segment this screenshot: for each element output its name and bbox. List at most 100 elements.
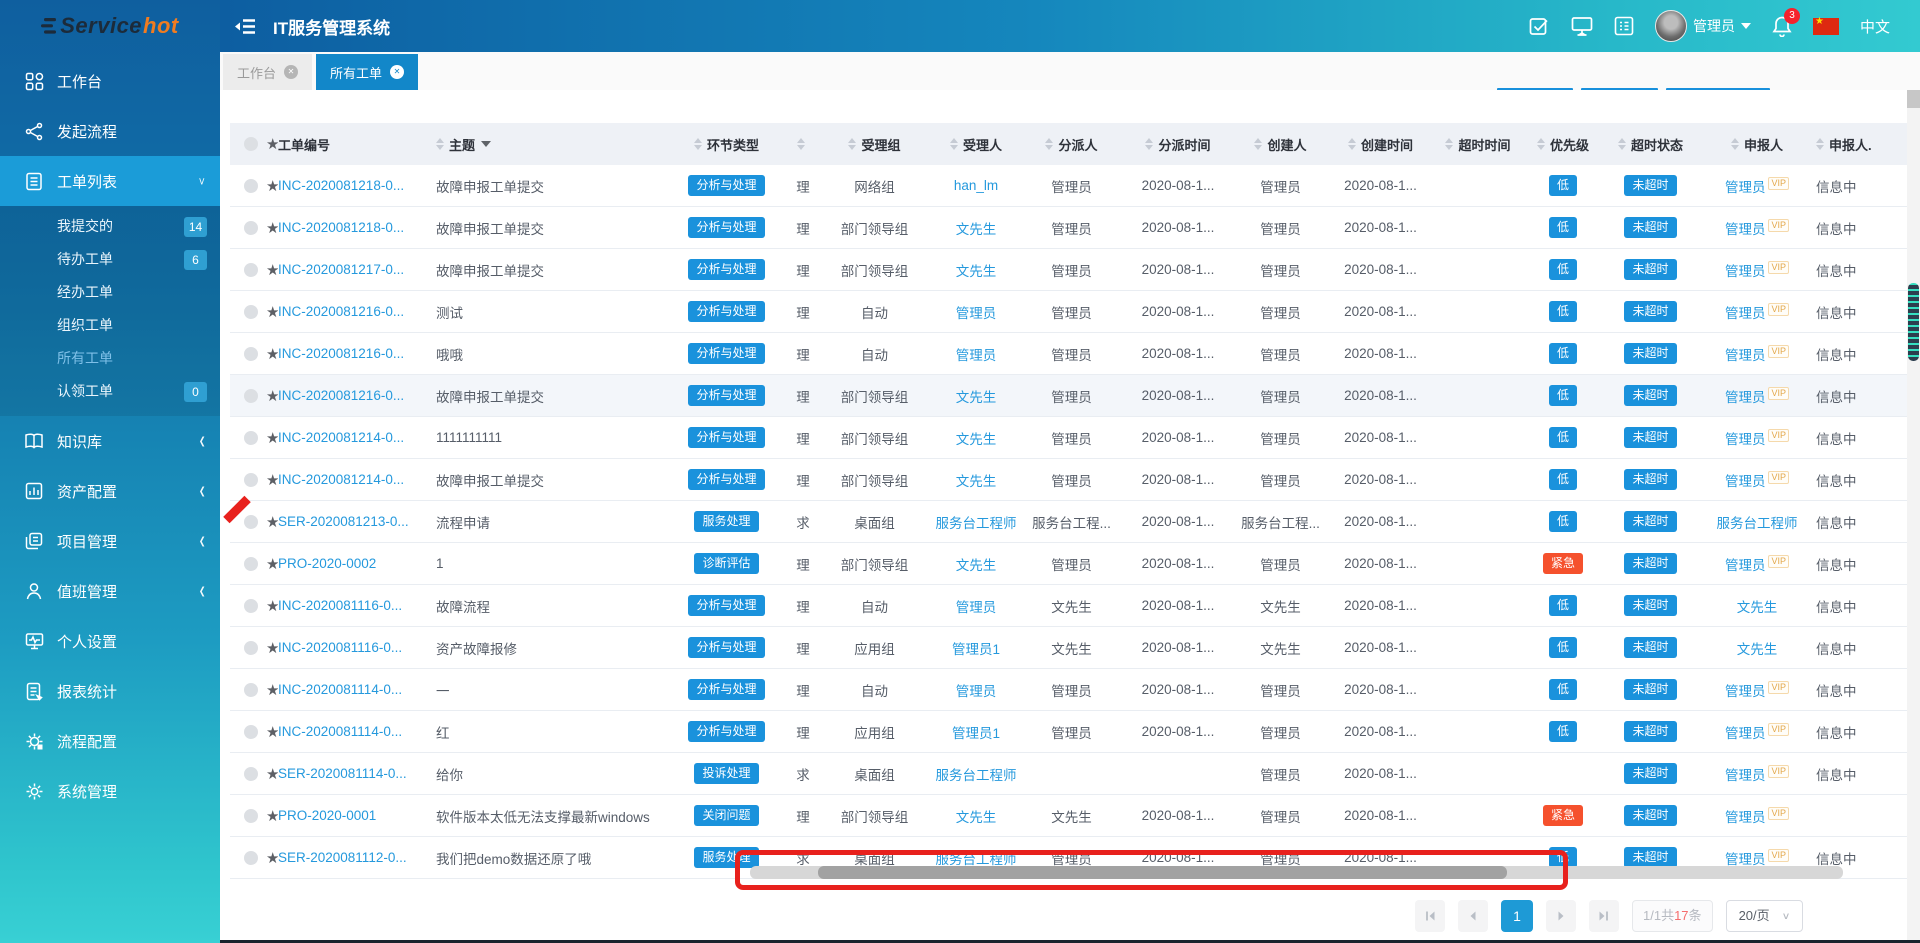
star-icon[interactable]: ★ (266, 261, 278, 279)
sort-arrows-icon[interactable] (1445, 138, 1454, 150)
page-number-button[interactable]: 1 (1501, 900, 1533, 932)
acceptor-link[interactable]: han_lm (954, 178, 998, 193)
prev-page-button[interactable] (1458, 900, 1488, 932)
reporter-link[interactable]: 管理员 (1725, 260, 1766, 280)
sort-arrows-icon[interactable] (1730, 138, 1739, 150)
sort-arrows-icon[interactable] (693, 138, 702, 150)
table-row[interactable]: ★ SER-2020081213-0... 流程申请 服务处理求桌面组 服务台工程师 服务… (223, 495, 1908, 543)
star-icon[interactable]: ★ (266, 681, 278, 699)
select-row-circle[interactable] (244, 388, 258, 403)
star-icon[interactable]: ★ (266, 219, 278, 237)
next-page-button[interactable] (1546, 900, 1576, 932)
sort-arrows-icon[interactable] (1045, 138, 1054, 150)
reporter-link[interactable]: 管理员 (1725, 848, 1766, 868)
order-code-link[interactable]: PRO-2020-0002 (278, 556, 376, 571)
table-row[interactable]: ★ SER-2020081114-0... 给你 投诉处理 求 桌面组 服务台工程师 管理员 2… (230, 753, 1908, 795)
reporter-link[interactable]: 管理员 (1725, 722, 1766, 742)
sidebar-subitem-handled-orders[interactable]: 经办工单 (0, 276, 220, 309)
sort-arrows-icon[interactable] (1254, 138, 1263, 150)
sidebar-item-process-config[interactable]: 流程配置 (0, 716, 220, 766)
reporter-link[interactable]: 管理员 (1725, 764, 1766, 784)
order-code-link[interactable]: INC-2020081116-0... (278, 640, 402, 655)
sort-arrows-icon[interactable] (796, 138, 805, 150)
select-row-circle[interactable] (244, 640, 258, 655)
sidebar-item-duty-mgmt[interactable]: 值班管理 ❮ (0, 566, 220, 616)
reporter-link[interactable]: 管理员 (1725, 428, 1766, 448)
column-header-stage[interactable]: 环节类型 (664, 123, 789, 165)
reporter-link[interactable]: 管理员 (1725, 554, 1766, 574)
sidebar-item-system-mgmt[interactable]: 系统管理 (0, 766, 220, 816)
close-icon[interactable]: ✕ (390, 65, 405, 79)
acceptor-link[interactable]: 文先生 (956, 470, 997, 490)
sidebar-item-workbench[interactable]: 工作台 (0, 56, 220, 106)
tab-all-orders[interactable]: 所有工单 ✕ (316, 54, 419, 90)
last-page-button[interactable] (1589, 900, 1619, 932)
table-row[interactable]: ★ PRO-2020-0001 软件版本太低无法支撑最新windows 关闭问题 理 部门… (230, 795, 1908, 837)
sidebar-item-project-mgmt[interactable]: 项目管理 ❮ (0, 516, 220, 566)
star-icon[interactable]: ★ (266, 597, 278, 615)
sort-arrows-icon[interactable] (1816, 138, 1824, 150)
close-icon[interactable]: ✕ (284, 65, 299, 79)
language-switcher[interactable]: 中文 (1860, 16, 1890, 37)
order-code-link[interactable]: INC-2020081114-0... (278, 682, 402, 697)
sort-arrows-icon[interactable] (436, 138, 444, 150)
table-row[interactable]: ★ INC-2020081218-0... 故障申报工单提交 分析与处理 理 部门领导组 文… (230, 207, 1908, 249)
reporter-link[interactable]: 服务台工程师 (1717, 512, 1798, 532)
star-icon[interactable]: ★ (266, 849, 278, 867)
select-row-circle[interactable] (244, 514, 258, 529)
reporter-link[interactable]: 文先生 (1737, 596, 1778, 616)
sidebar-subitem-claim-orders[interactable]: 认领工单 0 (0, 375, 220, 408)
acceptor-link[interactable]: 服务台工程师 (936, 512, 1017, 532)
select-row-circle[interactable] (244, 346, 258, 361)
reporter-link[interactable]: 管理员 (1725, 470, 1766, 490)
sidebar-item-report-stats[interactable]: 报表统计 (0, 666, 220, 716)
vertical-scrollbar-track[interactable] (1907, 90, 1920, 943)
star-icon[interactable]: ★ (266, 387, 278, 405)
acceptor-link[interactable]: 文先生 (956, 386, 997, 406)
sidebar-item-workorder-list[interactable]: 工单列表 ˅ (0, 156, 220, 206)
tab-workbench[interactable]: 工作台 ✕ (223, 54, 313, 90)
acceptor-link[interactable]: 文先生 (956, 260, 997, 280)
reporter-link[interactable]: 管理员 (1725, 176, 1766, 196)
table-row[interactable]: ★ INC-2020081116-0... 故障流程 分析与处理 理 自动 管理员 文先生 20… (230, 585, 1908, 627)
table-row[interactable]: ★ INC-2020081214-0... 故障申报工单提交 分析与处理 理 部门领导组 文… (230, 459, 1908, 501)
reporter-link[interactable]: 文先生 (1737, 638, 1778, 658)
column-header-creator[interactable]: 创建人 (1233, 123, 1328, 165)
table-row[interactable]: ★ INC-2020081216-0... 哦哦 分析与处理 理 自动 管理员 管理员 2020… (230, 333, 1908, 375)
star-icon[interactable]: ★ (266, 639, 278, 657)
collapse-menu-icon[interactable] (234, 18, 256, 35)
vertical-scrollbar-thumb[interactable] (1908, 283, 1919, 361)
table-row[interactable]: ★ INC-2020081216-0... 测试 分析与处理 理 自动 管理员 管理员 2020… (230, 291, 1908, 333)
select-all-circle[interactable] (244, 137, 258, 151)
reporter-link[interactable]: 管理员 (1725, 344, 1766, 364)
column-header-create_time[interactable]: 创建时间 (1328, 123, 1433, 165)
sidebar-subitem-all-orders[interactable]: 所有工单 (0, 342, 220, 375)
acceptor-link[interactable]: 管理员1 (952, 638, 1000, 658)
sort-arrows-icon[interactable] (1617, 138, 1626, 150)
order-code-link[interactable]: INC-2020081216-0... (278, 304, 404, 319)
table-row[interactable]: ★ INC-2020081214-0... 1111111111 分析与处理 理 部门领导… (230, 417, 1908, 459)
select-row-circle[interactable] (244, 598, 258, 613)
china-flag-icon[interactable]: ★ (1812, 16, 1839, 35)
sidebar-subitem-org-orders[interactable]: 组织工单 (0, 309, 220, 342)
star-icon[interactable]: ★ (266, 555, 278, 573)
select-row-circle[interactable] (244, 682, 258, 697)
reporter-link[interactable]: 管理员 (1725, 218, 1766, 238)
sort-arrows-icon[interactable] (1536, 138, 1545, 150)
sidebar-subitem-todo-orders[interactable]: 待办工单 6 (0, 243, 220, 276)
star-icon[interactable]: ★ (266, 303, 278, 321)
table-row[interactable]: ★ PRO-2020-0002 1 诊断评估 理 部门领导组 文先生 管理员 2020-08-1… (230, 543, 1908, 585)
column-header-group[interactable]: 受理组 (817, 123, 932, 165)
select-row-circle[interactable] (244, 556, 258, 571)
select-row-circle[interactable] (244, 808, 258, 823)
sort-arrows-icon[interactable] (848, 138, 857, 150)
acceptor-link[interactable]: 管理员1 (952, 722, 1000, 742)
star-icon[interactable]: ★ (266, 135, 278, 153)
order-code-link[interactable]: SER-2020081213-0... (278, 514, 409, 529)
acceptor-link[interactable]: 管理员 (956, 344, 997, 364)
page-size-select[interactable]: 20/页 ∨ (1725, 900, 1804, 932)
select-row-circle[interactable] (244, 220, 258, 235)
select-row-circle[interactable] (244, 472, 258, 487)
sidebar-item-personal-settings[interactable]: 个人设置 (0, 616, 220, 666)
reporter-link[interactable]: 管理员 (1725, 386, 1766, 406)
